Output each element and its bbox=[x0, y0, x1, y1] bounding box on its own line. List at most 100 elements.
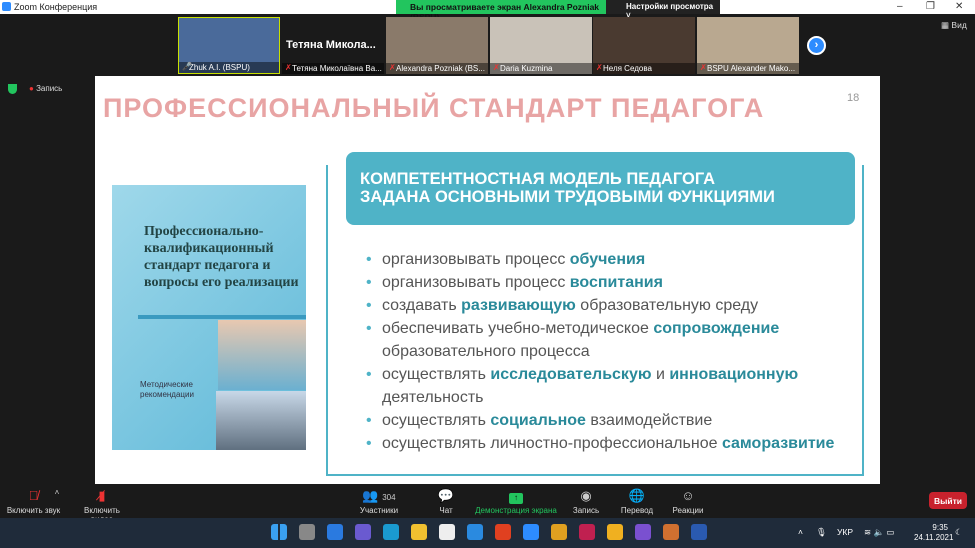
bullet-text: создавать bbox=[382, 297, 462, 314]
record-button-label: Запись bbox=[572, 506, 600, 515]
notifications-icon[interactable]: ☾ bbox=[955, 527, 963, 538]
book-photo-students bbox=[218, 320, 306, 390]
bullet-item: осуществлять личностно-профессиональное … bbox=[366, 432, 880, 455]
record-button[interactable]: ◉ Запись bbox=[570, 488, 602, 515]
mail-icon[interactable] bbox=[467, 524, 483, 540]
zoom-icon[interactable] bbox=[523, 524, 539, 540]
header-line-2: ЗАДАНА ОСНОВНЫМИ ТРУДОВЫМИ ФУНКЦИЯМИ bbox=[360, 188, 775, 206]
participants-button[interactable]: 👥 304 Участники bbox=[355, 488, 403, 515]
unmute-label: Включить звук bbox=[6, 506, 61, 515]
leave-button[interactable]: Выйти bbox=[929, 492, 967, 509]
audio-options-caret[interactable]: ˄ bbox=[52, 488, 62, 497]
clock-date: 24.11.2021 bbox=[914, 533, 954, 542]
chat-icon: 💬 bbox=[437, 488, 455, 503]
window-title: Zoom Конференция bbox=[14, 2, 98, 12]
bullet-text: взаимодействие bbox=[585, 412, 713, 429]
participant-tile[interactable]: Alexandra Pozniak (BS... ✗ bbox=[386, 17, 488, 74]
bullet-emphasis: саморазвитие bbox=[721, 435, 835, 452]
widgets-icon[interactable] bbox=[327, 524, 343, 540]
bullet-emphasis: социальное bbox=[490, 412, 586, 429]
bullet-item: обеспечивать учебно-методическое сопрово… bbox=[366, 317, 880, 363]
share-screen-label: Демонстрация экрана bbox=[475, 506, 557, 515]
bullet-item: организовывать процесс обучения bbox=[366, 248, 880, 271]
mic-tray-icon[interactable]: 🎙 bbox=[816, 527, 827, 538]
participant-name: BSPU Alexander Mako... bbox=[697, 63, 799, 74]
record-icon: ◉ bbox=[580, 488, 592, 503]
participants-icon: 👥 bbox=[362, 488, 379, 503]
header-line-1: КОМПЕТЕНТНОСТНАЯ МОДЕЛЬ ПЕДАГОГА bbox=[360, 170, 716, 188]
bullet-item: организовывать процесс воспитания bbox=[366, 271, 880, 294]
bullet-item: осуществлять исследовательскую и инновац… bbox=[366, 363, 880, 409]
close-button[interactable]: ✕ bbox=[955, 1, 963, 12]
vpn-icon[interactable] bbox=[607, 524, 623, 540]
chrome-icon[interactable] bbox=[551, 524, 567, 540]
participant-name: Zhuk A.I. (BSPU) bbox=[179, 62, 279, 73]
task-view-icon[interactable] bbox=[299, 524, 315, 540]
clock[interactable]: 9:35 24.11.2021 bbox=[914, 523, 954, 543]
office-icon[interactable] bbox=[495, 524, 511, 540]
chrome-2-icon[interactable] bbox=[663, 524, 679, 540]
bullet-text: организовывать процесс bbox=[382, 251, 570, 268]
bullet-list: организовывать процесс обученияорганизов… bbox=[366, 248, 880, 455]
participant-name: Daria Kuzmina bbox=[490, 63, 592, 74]
next-page-button[interactable]: › bbox=[807, 36, 826, 55]
share-screen-button[interactable]: ↑ Демонстрация экрана bbox=[472, 488, 560, 515]
reactions-button[interactable]: ☺ Реакции bbox=[668, 488, 708, 515]
windows-taskbar: ˄ 🎙 УКР ≋ 🔈 ▭ 9:35 24.11.2021 ☾ bbox=[0, 518, 975, 548]
file-explorer-icon[interactable] bbox=[411, 524, 427, 540]
participant-name: Неля Седова bbox=[593, 63, 695, 74]
bullet-text: осуществлять bbox=[382, 366, 491, 383]
participants-count: 304 bbox=[382, 493, 396, 502]
reactions-label: Реакции bbox=[672, 506, 704, 515]
muted-mic-icon: ✗ bbox=[285, 63, 292, 72]
clock-time: 9:35 bbox=[932, 523, 948, 532]
participants-label: Участники bbox=[359, 506, 399, 515]
chat-label: Чат bbox=[439, 506, 453, 515]
minimize-button[interactable]: – bbox=[897, 1, 903, 12]
edge-icon[interactable] bbox=[383, 524, 399, 540]
slide-header-box: КОМПЕТЕНТНОСТНАЯ МОДЕЛЬ ПЕДАГОГА ЗАДАНА … bbox=[346, 152, 855, 225]
viber-icon[interactable] bbox=[635, 524, 651, 540]
security-icon[interactable] bbox=[8, 84, 17, 94]
bullet-text: обеспечивать учебно-методическое bbox=[382, 320, 654, 337]
bullet-text: осуществлять личностно-профессиональное bbox=[382, 435, 722, 452]
participant-tile[interactable]: Тетяна Микола... Тетяна Миколаївна Ва... ✗ bbox=[282, 17, 384, 74]
video-off-icon: ▮̸ bbox=[98, 488, 106, 503]
pinnacle-icon[interactable] bbox=[579, 524, 595, 540]
view-label: Вид bbox=[951, 20, 967, 30]
muted-mic-icon: ✗ bbox=[389, 63, 396, 72]
teams-chat-icon[interactable] bbox=[355, 524, 371, 540]
muted-mic-icon: ✗ bbox=[493, 63, 500, 72]
start-icon[interactable] bbox=[271, 524, 287, 540]
translate-button[interactable]: 🌐 Перевод bbox=[618, 488, 656, 515]
bullet-emphasis: исследовательскую bbox=[490, 366, 652, 383]
bullet-text: и bbox=[651, 366, 670, 383]
chat-button[interactable]: 💬 Чат bbox=[432, 488, 460, 515]
bullet-text: осуществлять bbox=[382, 412, 491, 429]
tray-overflow-icon[interactable]: ˄ bbox=[798, 527, 803, 537]
slide-title: ПРОФЕССИОНАЛЬНЫЙ СТАНДАРТ ПЕДАГОГА bbox=[103, 93, 765, 123]
bullet-emphasis: развивающую bbox=[461, 297, 576, 314]
view-settings-button[interactable]: Настройки просмотра ˅ bbox=[606, 0, 720, 20]
bullet-emphasis: воспитания bbox=[569, 274, 663, 291]
wifi-volume-battery-icons[interactable]: ≋ 🔈 ▭ bbox=[864, 527, 894, 538]
muted-mic-icon: ✗ bbox=[700, 63, 707, 72]
language-indicator[interactable]: УКР bbox=[837, 527, 853, 537]
store-icon[interactable] bbox=[439, 524, 455, 540]
view-button[interactable]: ▦ Вид bbox=[941, 20, 967, 31]
bullet-emphasis: инновационную bbox=[669, 366, 799, 383]
participant-tile[interactable]: Неля Седова ✗ bbox=[593, 17, 695, 74]
book-subtitle: Методические рекомендации bbox=[140, 380, 194, 399]
participant-display-name: Тетяна Микола... bbox=[286, 39, 376, 51]
maximize-button[interactable]: ❐ bbox=[926, 1, 935, 12]
participant-tile[interactable]: BSPU Alexander Mako... ✗ bbox=[697, 17, 799, 74]
word-icon[interactable] bbox=[691, 524, 707, 540]
book-photo-teacher bbox=[216, 391, 306, 450]
participant-tile[interactable]: Daria Kuzmina ✗ bbox=[490, 17, 592, 74]
share-banner: Вы просматриваете экран Alexandra Poznia… bbox=[396, 0, 606, 22]
bullet-emphasis: сопровождение bbox=[653, 320, 780, 337]
participant-tile[interactable]: Zhuk A.I. (BSPU) 🎤 bbox=[178, 17, 280, 74]
book-cover-image: Профессионально-квалификационный стандар… bbox=[112, 185, 306, 450]
record-dot-icon: ● bbox=[29, 84, 34, 93]
bullet-item: создавать развивающую образовательную ср… bbox=[366, 294, 880, 317]
